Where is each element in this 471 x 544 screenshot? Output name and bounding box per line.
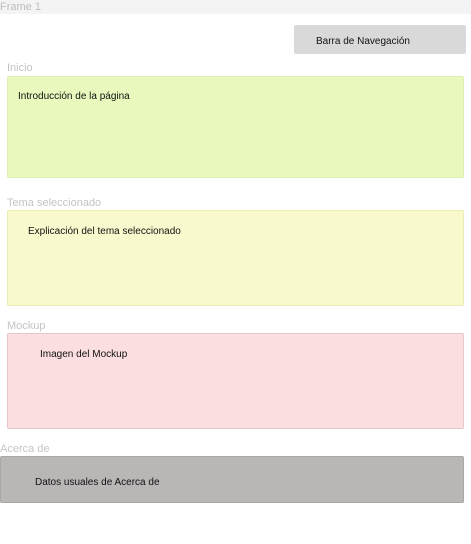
section-inicio-content: Introducción de la página [18,91,130,102]
section-title-inicio[interactable]: Inicio [7,62,33,74]
section-title-acerca[interactable]: Acerca de [0,443,50,455]
section-title-tema[interactable]: Tema seleccionado [7,197,101,209]
section-title-mockup[interactable]: Mockup [7,320,46,332]
navbar-label: Barra de Navegación [316,36,410,47]
frame-header: Frame 1 [0,0,471,14]
section-mockup-content: Imagen del Mockup [40,349,128,360]
section-acerca-content: Datos usuales de Acerca de [35,477,160,488]
frame-title[interactable]: Frame 1 [0,1,41,13]
section-inicio[interactable]: Introducción de la página [7,76,464,178]
section-mockup[interactable]: Imagen del Mockup [7,333,464,429]
section-acerca[interactable]: Datos usuales de Acerca de [0,456,464,503]
navbar-placeholder[interactable]: Barra de Navegación [294,25,466,54]
section-tema[interactable]: Explicación del tema seleccionado [7,210,464,306]
section-tema-content: Explicación del tema seleccionado [28,226,181,237]
